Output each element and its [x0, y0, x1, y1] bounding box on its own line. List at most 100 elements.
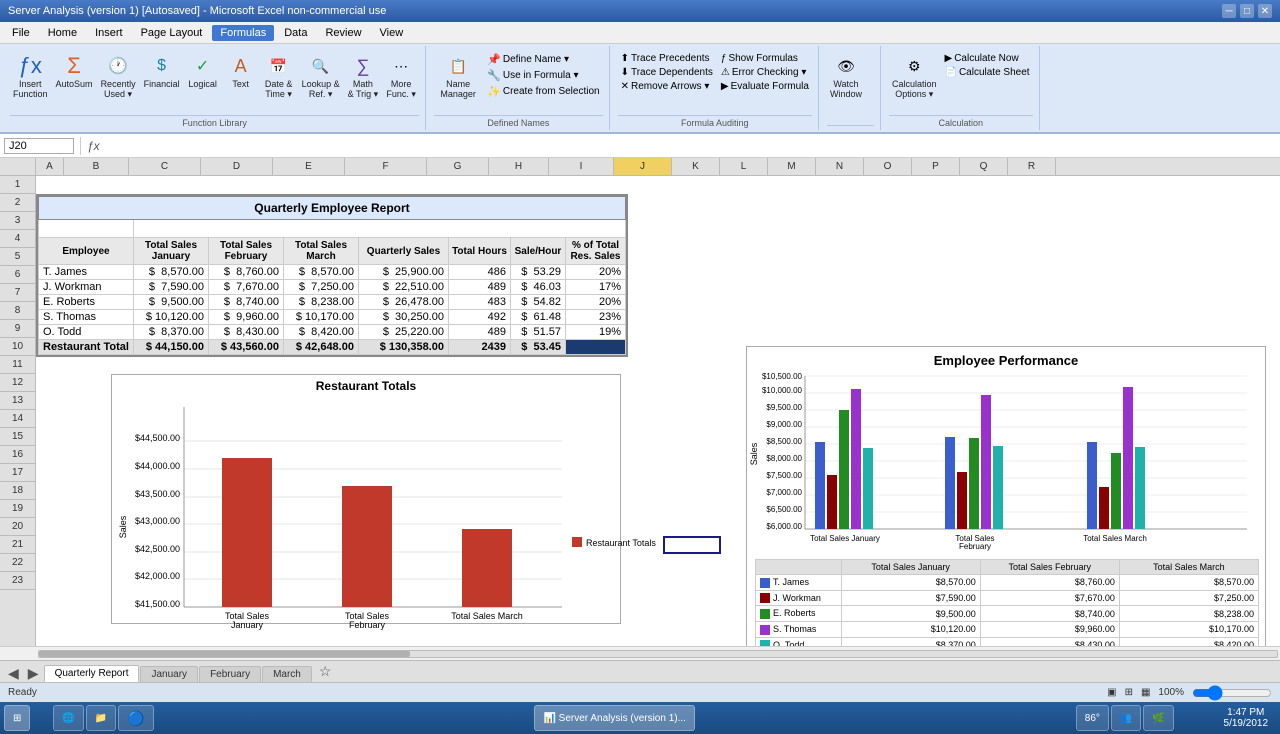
col-header-n[interactable]: N: [816, 158, 864, 175]
sheet-nav-left[interactable]: ◀: [4, 665, 23, 682]
horizontal-scrollbar[interactable]: [0, 646, 1280, 660]
col-header-h[interactable]: H: [489, 158, 549, 175]
col-header-b[interactable]: B: [64, 158, 129, 175]
formula-input[interactable]: [108, 140, 1276, 152]
menu-insert[interactable]: Insert: [87, 25, 131, 41]
trace-precedents-button[interactable]: ⬆Trace Precedents: [618, 52, 716, 65]
logical-button[interactable]: ✓ Logical: [185, 50, 221, 92]
col-header-m[interactable]: M: [768, 158, 816, 175]
row-header-11[interactable]: 11: [0, 356, 35, 374]
tab-january[interactable]: January: [140, 666, 198, 682]
menu-home[interactable]: Home: [40, 25, 85, 41]
row-header-15[interactable]: 15: [0, 428, 35, 446]
show-formulas-button[interactable]: ƒShow Formulas: [718, 52, 812, 65]
row-header-16[interactable]: 16: [0, 446, 35, 464]
math-trig-button[interactable]: ∑ Math& Trig ▾: [345, 50, 382, 102]
row-header-12[interactable]: 12: [0, 374, 35, 392]
taskbar-users[interactable]: 👥: [1111, 705, 1141, 731]
name-manager-button[interactable]: 📋 NameManager: [434, 50, 482, 102]
menu-view[interactable]: View: [372, 25, 412, 41]
minimize-button[interactable]: ─: [1222, 4, 1236, 18]
row-header-19[interactable]: 19: [0, 500, 35, 518]
page-break-icon[interactable]: ▦: [1141, 687, 1150, 698]
more-functions-button[interactable]: ⋯ MoreFunc. ▾: [383, 50, 419, 102]
lookup-reference-button[interactable]: 🔍 Lookup &Ref. ▾: [299, 50, 343, 102]
selected-cell-j20[interactable]: [663, 536, 721, 554]
col-header-k[interactable]: K: [672, 158, 720, 175]
row-header-17[interactable]: 17: [0, 464, 35, 482]
date-time-button[interactable]: 📅 Date &Time ▾: [261, 50, 297, 102]
col-header-i[interactable]: I: [549, 158, 614, 175]
tab-february[interactable]: February: [199, 666, 261, 682]
col-header-e[interactable]: E: [273, 158, 345, 175]
taskbar-chrome[interactable]: 🔵: [118, 705, 153, 731]
row-header-18[interactable]: 18: [0, 482, 35, 500]
autosum-button[interactable]: Σ AutoSum: [53, 50, 96, 92]
insert-function-button[interactable]: ƒx InsertFunction: [10, 50, 51, 102]
row-header-8[interactable]: 8: [0, 302, 35, 320]
sheet-nav-right[interactable]: ▶: [24, 665, 43, 682]
evaluate-formula-button[interactable]: ▶Evaluate Formula: [718, 80, 812, 93]
col-header-a[interactable]: A: [36, 158, 64, 175]
row-header-21[interactable]: 21: [0, 536, 35, 554]
row-header-2[interactable]: 2: [0, 194, 35, 212]
col-header-d[interactable]: D: [201, 158, 273, 175]
col-header-q[interactable]: Q: [960, 158, 1008, 175]
col-header-j[interactable]: J: [614, 158, 672, 175]
col-header-c[interactable]: C: [129, 158, 201, 175]
row-header-6[interactable]: 6: [0, 266, 35, 284]
row-header-3[interactable]: 3: [0, 212, 35, 230]
taskbar-ie[interactable]: 🌐: [53, 705, 83, 731]
recently-used-button[interactable]: 🕐 RecentlyUsed ▾: [98, 50, 139, 102]
col-header-f[interactable]: F: [345, 158, 427, 175]
row-header-10[interactable]: 10: [0, 338, 35, 356]
tab-march[interactable]: March: [262, 666, 312, 682]
row-header-1[interactable]: 1: [0, 176, 35, 194]
normal-view-icon[interactable]: ▣: [1107, 687, 1116, 698]
menu-review[interactable]: Review: [317, 25, 369, 41]
menu-file[interactable]: File: [4, 25, 38, 41]
row-header-7[interactable]: 7: [0, 284, 35, 302]
col-header-g[interactable]: G: [427, 158, 489, 175]
menu-page-layout[interactable]: Page Layout: [133, 25, 211, 41]
close-button[interactable]: ✕: [1258, 4, 1272, 18]
start-button[interactable]: ⊞: [4, 705, 30, 731]
row-header-5[interactable]: 5: [0, 248, 35, 266]
col-header-o[interactable]: O: [864, 158, 912, 175]
financial-button[interactable]: $ Financial: [141, 50, 183, 92]
calculate-sheet-button[interactable]: 📄Calculate Sheet: [942, 66, 1033, 79]
row-header-4[interactable]: 4: [0, 230, 35, 248]
taskbar-explorer[interactable]: 📁: [86, 705, 116, 731]
error-checking-button[interactable]: ⚠Error Checking ▾: [718, 66, 812, 79]
page-layout-icon[interactable]: ⊞: [1125, 687, 1133, 698]
row-header-22[interactable]: 22: [0, 554, 35, 572]
calculation-options-button[interactable]: ⚙ CalculationOptions ▾: [889, 50, 940, 102]
menu-data[interactable]: Data: [276, 25, 315, 41]
cell-reference-input[interactable]: [4, 138, 74, 154]
menu-formulas[interactable]: Formulas: [212, 25, 274, 41]
row-header-23[interactable]: 23: [0, 572, 35, 590]
zoom-slider[interactable]: [1192, 685, 1272, 701]
add-sheet-button[interactable]: ☆: [313, 661, 338, 682]
row-header-20[interactable]: 20: [0, 518, 35, 536]
text-button[interactable]: A Text: [223, 50, 259, 92]
define-name-button[interactable]: 📌 Define Name ▾: [484, 52, 602, 67]
remove-arrows-button[interactable]: ✕Remove Arrows ▾: [618, 80, 716, 93]
trace-dependents-button[interactable]: ⬇Trace Dependents: [618, 66, 716, 79]
taskbar-weather[interactable]: 86°: [1076, 705, 1109, 731]
window-controls[interactable]: ─ □ ✕: [1222, 4, 1272, 18]
taskbar-green[interactable]: 🌿: [1143, 705, 1173, 731]
taskbar-excel[interactable]: 📊 Server Analysis (version 1)...: [534, 705, 695, 731]
row-header-9[interactable]: 9: [0, 320, 35, 338]
row-header-14[interactable]: 14: [0, 410, 35, 428]
watch-window-button[interactable]: 👁 WatchWindow: [827, 50, 865, 102]
row-header-13[interactable]: 13: [0, 392, 35, 410]
calculate-now-button[interactable]: ▶Calculate Now: [942, 52, 1033, 65]
restore-button[interactable]: □: [1240, 4, 1254, 18]
col-header-r[interactable]: R: [1008, 158, 1056, 175]
create-from-selection-button[interactable]: ✨ Create from Selection: [484, 84, 602, 99]
col-header-p[interactable]: P: [912, 158, 960, 175]
tab-quarterly-report[interactable]: Quarterly Report: [44, 665, 140, 682]
col-header-l[interactable]: L: [720, 158, 768, 175]
use-in-formula-button[interactable]: 🔧 Use in Formula ▾: [484, 68, 602, 83]
